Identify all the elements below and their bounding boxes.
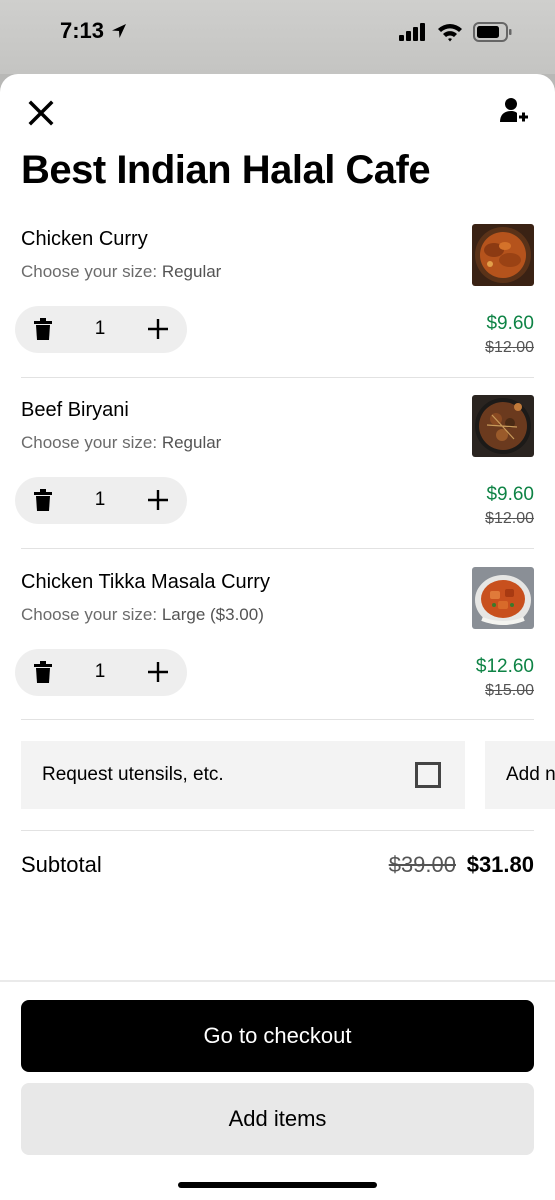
wifi-icon bbox=[438, 24, 462, 42]
trash-icon[interactable] bbox=[33, 661, 53, 683]
item-option-value: Regular bbox=[161, 433, 222, 452]
chicken-curry-photo[interactable] bbox=[472, 224, 534, 286]
item-price: $12.60 bbox=[475, 656, 534, 677]
item-option: Choose your size: Large ($3.00) bbox=[21, 605, 264, 625]
add-items-button[interactable]: Add items bbox=[21, 1083, 534, 1155]
item-option: Choose your size: Regular bbox=[21, 433, 221, 453]
item-name: Chicken Tikka Masala Curry bbox=[21, 571, 270, 593]
plus-icon[interactable] bbox=[147, 489, 169, 511]
battery-icon bbox=[473, 22, 512, 42]
subtotal-discounted: $31.80 bbox=[466, 852, 534, 877]
checkbox-icon[interactable] bbox=[415, 762, 441, 788]
plus-icon[interactable] bbox=[147, 661, 169, 683]
divider bbox=[21, 719, 534, 720]
trash-icon[interactable] bbox=[33, 489, 53, 511]
item-price: $9.60 bbox=[486, 484, 534, 505]
checkout-button[interactable]: Go to checkout bbox=[21, 1000, 534, 1072]
cart-sheet: Best Indian Halal Cafe Chicken Curry Cho… bbox=[0, 74, 555, 1200]
item-option-label: Choose your size: bbox=[21, 433, 158, 452]
status-time-text: 7:13 bbox=[60, 18, 105, 43]
quantity-stepper: 1 bbox=[15, 306, 187, 353]
cart-item: Beef Biryani Choose your size: Regular 1 bbox=[0, 387, 555, 558]
subtotal-original: $39.00 bbox=[388, 852, 456, 877]
quantity-value: 1 bbox=[94, 661, 106, 682]
quantity-value: 1 bbox=[94, 489, 106, 510]
cart-item: Chicken Curry Choose your size: Regular … bbox=[0, 216, 555, 387]
plus-icon[interactable] bbox=[147, 318, 169, 340]
quantity-stepper: 1 bbox=[15, 649, 187, 696]
item-option-value: Regular bbox=[161, 262, 222, 281]
item-original-price: $12.00 bbox=[485, 339, 534, 356]
item-name: Beef Biryani bbox=[21, 399, 129, 421]
request-utensils-option[interactable]: Request utensils, etc. bbox=[21, 741, 465, 809]
cart-item: Chicken Tikka Masala Curry Choose your s… bbox=[0, 559, 555, 730]
request-utensils-label: Request utensils, etc. bbox=[42, 764, 224, 785]
page-title: Best Indian Halal Cafe bbox=[21, 148, 431, 192]
item-original-price: $15.00 bbox=[485, 682, 534, 699]
location-arrow-icon bbox=[112, 24, 127, 38]
close-icon[interactable] bbox=[24, 96, 58, 130]
item-price: $9.60 bbox=[486, 313, 534, 334]
status-time: 7:13 bbox=[60, 18, 128, 44]
quantity-stepper: 1 bbox=[15, 477, 187, 524]
item-option: Choose your size: Regular bbox=[21, 262, 221, 282]
footer-divider bbox=[0, 980, 555, 982]
trash-icon[interactable] bbox=[33, 318, 53, 340]
add-note-label: Add n bbox=[506, 764, 555, 785]
signal-icon bbox=[399, 23, 425, 41]
home-indicator[interactable] bbox=[178, 1182, 377, 1188]
quantity-value: 1 bbox=[94, 318, 106, 339]
subtotal-label: Subtotal bbox=[21, 852, 102, 877]
item-original-price: $12.00 bbox=[485, 510, 534, 527]
divider bbox=[21, 548, 534, 549]
beef-biryani-photo[interactable] bbox=[472, 395, 534, 457]
divider bbox=[21, 377, 534, 378]
add-person-icon[interactable] bbox=[499, 96, 529, 126]
add-note-option[interactable]: Add n bbox=[485, 741, 555, 809]
item-name: Chicken Curry bbox=[21, 228, 148, 250]
divider bbox=[21, 830, 534, 831]
item-option-value: Large ($3.00) bbox=[161, 605, 264, 624]
item-option-label: Choose your size: bbox=[21, 605, 158, 624]
item-option-label: Choose your size: bbox=[21, 262, 158, 281]
status-icons bbox=[399, 22, 513, 42]
chicken-tikka-masala-photo[interactable] bbox=[472, 567, 534, 629]
status-bar: 7:13 bbox=[0, 0, 555, 74]
